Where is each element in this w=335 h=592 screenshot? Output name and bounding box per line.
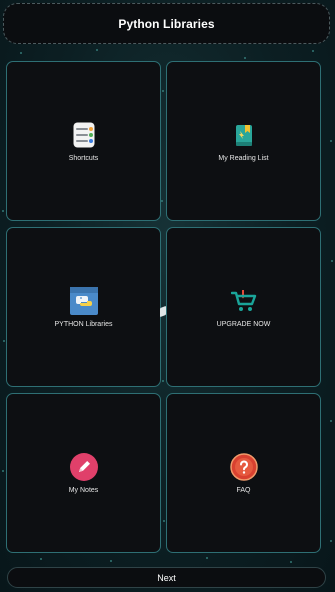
app-header: Python Libraries <box>3 3 330 44</box>
tile-my-reading-list[interactable]: My Reading List <box>166 61 321 221</box>
notes-list-icon <box>70 121 98 149</box>
tile-label: My Reading List <box>218 154 269 162</box>
tile-faq[interactable]: FAQ <box>166 393 321 553</box>
book-icon <box>230 121 258 149</box>
next-button[interactable]: Next <box>7 567 326 588</box>
cart-download-icon <box>230 287 258 315</box>
tile-label: FAQ <box>236 486 251 494</box>
tile-shortcuts[interactable]: Shortcuts <box>6 61 161 221</box>
next-label: Next <box>157 572 176 583</box>
python-book-icon <box>69 286 98 315</box>
tile-label: PYTHON Libraries <box>54 320 113 328</box>
tile-label: UPGRADE NOW <box>216 320 271 328</box>
tile-python-libraries[interactable]: PYTHON Libraries <box>6 227 161 387</box>
tile-label: Shortcuts <box>68 154 99 162</box>
tile-label: My Notes <box>68 486 99 494</box>
pencil-icon <box>69 452 98 481</box>
page-title: Python Libraries <box>118 16 215 31</box>
tile-my-notes[interactable]: My Notes <box>6 393 161 553</box>
question-icon <box>229 452 258 481</box>
tile-upgrade-now[interactable]: UPGRADE NOW <box>166 227 321 387</box>
